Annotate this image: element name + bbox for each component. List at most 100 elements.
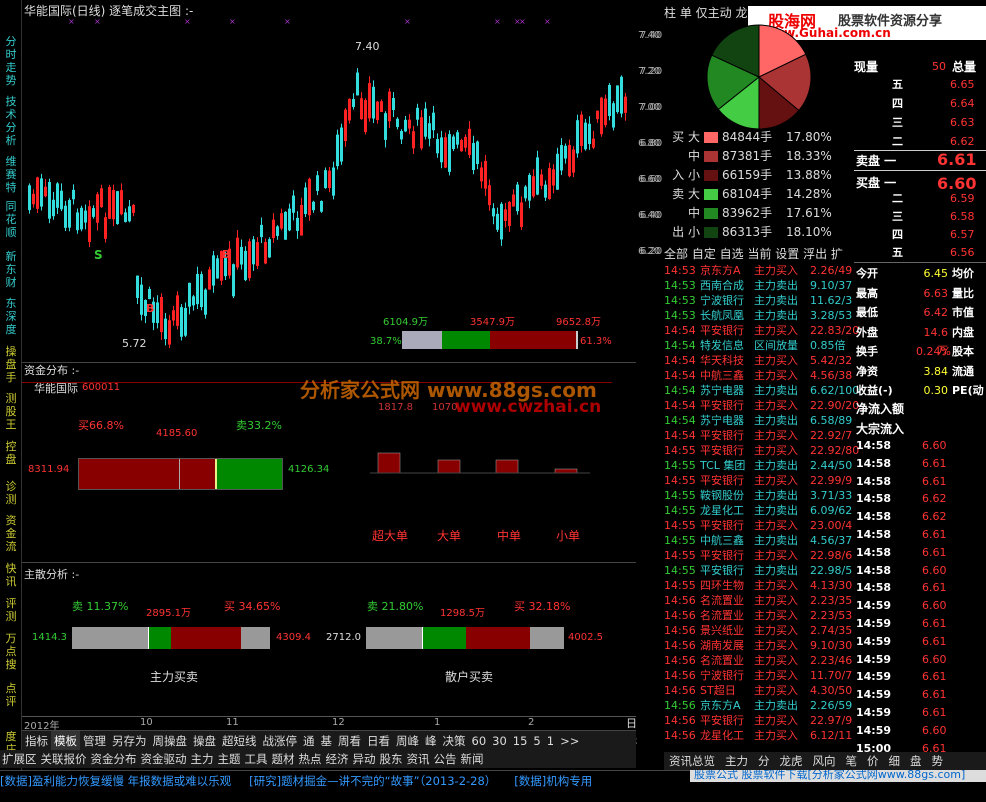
right-tab[interactable]: 龙虎: [775, 752, 808, 770]
bottom-tab[interactable]: 周操盘: [150, 731, 191, 751]
trade-row[interactable]: 14:56 龙星化工 主力买入 6.12/11: [664, 728, 854, 743]
sidebar-item[interactable]: 同花顺: [3, 200, 19, 239]
bottom-tab[interactable]: 通: [300, 731, 318, 751]
trade-row[interactable]: 14:55 龙星化工 主力卖出 6.09/62: [664, 503, 854, 518]
trade-row[interactable]: 14:54 平安银行 主力买入 22.83/20: [664, 323, 859, 338]
bottom-tab[interactable]: 30: [489, 731, 510, 751]
sidebar-item[interactable]: 技术分析: [3, 95, 19, 147]
bottom-tab[interactable]: 决策: [440, 731, 469, 751]
sidebar-item[interactable]: 万点搜: [3, 632, 19, 671]
sidebar-item[interactable]: 评测: [3, 597, 19, 623]
trade-row[interactable]: 14:55 平安银行 主力买入 22.99/9: [664, 473, 854, 488]
right-tab[interactable]: 势: [927, 752, 949, 770]
sidebar-item[interactable]: 东深度: [3, 297, 19, 336]
sidebar-item[interactable]: 维赛特: [3, 155, 19, 194]
trade-row[interactable]: 14:56 名流置业 主力买入 2.23/35: [664, 593, 854, 608]
sidebar-item[interactable]: 快讯: [3, 562, 19, 588]
extension-tab[interactable]: 关联报价: [39, 750, 89, 768]
right-tab[interactable]: 细: [884, 752, 906, 770]
right-tab[interactable]: 价: [862, 752, 884, 770]
extension-tab[interactable]: 异动: [351, 750, 378, 768]
trade-row[interactable]: 14:55 平安银行 主力买入 22.92/80: [664, 443, 859, 458]
right-tab[interactable]: 盘: [905, 752, 927, 770]
extension-tab[interactable]: 资金分布: [89, 750, 139, 768]
extension-tab[interactable]: 工具: [243, 750, 270, 768]
bottom-tab[interactable]: 基: [318, 731, 336, 751]
trade-row[interactable]: 14:54 中航三鑫 主力买入 4.56/38: [664, 368, 854, 383]
trade-row[interactable]: 14:54 平安银行 主力买入 22.90/20: [664, 398, 859, 413]
trade-row[interactable]: 14:55 TCL 集团 主力卖出 2.44/50: [664, 458, 854, 473]
trade-row[interactable]: 14:54 特发信息 区间放量 0.85倍: [664, 338, 854, 353]
extension-tab[interactable]: 公告: [432, 750, 459, 768]
right-tab[interactable]: 笔: [841, 752, 863, 770]
trade-row[interactable]: 14:56 名流置业 主力买入 2.23/46: [664, 653, 854, 668]
ticker-item[interactable]: [数据]盈利能力恢复缓慢 年报数据或难以乐观: [0, 774, 231, 788]
extension-tab[interactable]: 扩展区: [0, 750, 39, 768]
bottom-tab[interactable]: 60: [469, 731, 490, 751]
trade-row[interactable]: 14:53 长航凤凰 主力卖出 3.28/53: [664, 308, 854, 323]
bottom-tab[interactable]: 周看: [335, 731, 364, 751]
trade-row[interactable]: 14:54 苏宁电器 主力卖出 6.58/89: [664, 413, 854, 428]
bottom-tab[interactable]: 1: [544, 731, 557, 751]
sidebar-item[interactable]: 新东财: [3, 250, 19, 289]
extension-tab[interactable]: 资金驱动: [139, 750, 189, 768]
trade-row[interactable]: 14:56 湖南发展 主力买入 9.10/30: [664, 638, 854, 653]
bottom-tab[interactable]: 15: [510, 731, 531, 751]
trade-row[interactable]: 14:53 京东方A 主力买入 2.26/49: [664, 263, 854, 278]
trade-row[interactable]: 14:56 名流置业 主力买入 2.23/53: [664, 608, 854, 623]
sidebar-item[interactable]: 诊测: [3, 480, 19, 506]
right-tab[interactable]: 资讯总览: [664, 752, 720, 770]
bottom-tab[interactable]: 日看: [364, 731, 393, 751]
right-tab[interactable]: 风向: [808, 752, 841, 770]
bottom-tab[interactable]: 操盘: [190, 731, 219, 751]
sidebar-item[interactable]: 操盘手: [3, 345, 19, 384]
trade-row[interactable]: 14:54 平安银行 主力买入 22.92/7: [664, 428, 854, 443]
ticker-item[interactable]: [研究]题材掘金—讲不完的“故事”（2013-2-28）: [249, 774, 496, 788]
sidebar-item[interactable]: 控盘: [3, 440, 19, 466]
trade-row[interactable]: 14:56 平安银行 主力买入 22.97/9: [664, 713, 854, 728]
bottom-tab[interactable]: 指标: [22, 731, 51, 751]
sidebar-item[interactable]: 分时走势: [3, 35, 19, 87]
bottom-tab[interactable]: >>: [557, 731, 582, 751]
extension-tab[interactable]: 新闻: [459, 750, 486, 768]
bottom-tab[interactable]: 5: [530, 731, 543, 751]
trade-row[interactable]: 14:56 宁波银行 主力买入 11.70/7: [664, 668, 854, 683]
right-header-tabs[interactable]: 柱 单 仅主动 龙虎: [664, 4, 759, 21]
trade-row[interactable]: 14:56 京东方A 主力卖出 2.26/59: [664, 698, 854, 713]
list-header[interactable]: 全部 自定 自选 当前 设置 浮出 扩: [664, 245, 843, 262]
trade-row[interactable]: 14:54 华天科技 主力买入 5.42/32: [664, 353, 854, 368]
extension-tab[interactable]: 经济: [324, 750, 351, 768]
sidebar-item[interactable]: 测股王: [3, 392, 19, 431]
bottom-tab[interactable]: 战涨停: [260, 731, 301, 751]
trade-row[interactable]: 14:55 平安银行 主力卖出 22.98/5: [664, 563, 854, 578]
ticker-item[interactable]: [数据]机构专用: [514, 774, 592, 788]
sidebar-item[interactable]: 资金流: [3, 514, 19, 553]
extension-tab[interactable]: 热点: [297, 750, 324, 768]
trade-row[interactable]: 14:53 宁波银行 主力卖出 11.62/3: [664, 293, 854, 308]
bottom-tab[interactable]: 管理: [80, 731, 109, 751]
trade-row[interactable]: 14:55 四环生物 主力买入 4.13/30: [664, 578, 854, 593]
bottom-tab[interactable]: 周峰: [393, 731, 422, 751]
tick-row: 14:58 6.60: [856, 562, 986, 580]
trade-row[interactable]: 14:55 平安银行 主力买入 22.98/6: [664, 548, 854, 563]
right-tab[interactable]: 主力: [720, 752, 753, 770]
extension-tab[interactable]: 资讯: [405, 750, 432, 768]
bottom-tab[interactable]: 另存为: [109, 731, 150, 751]
bottom-tab[interactable]: 峰: [422, 731, 440, 751]
trade-row[interactable]: 14:54 苏宁电器 主力卖出 6.62/100: [664, 383, 859, 398]
bottom-tab[interactable]: 模板: [51, 731, 80, 751]
bottom-tab[interactable]: 超短线: [219, 731, 260, 751]
extension-tab[interactable]: 题材: [270, 750, 297, 768]
trade-row[interactable]: 14:55 平安银行 主力买入 23.00/4: [664, 518, 854, 533]
trade-row[interactable]: 14:53 西南合成 主力卖出 9.10/37: [664, 278, 854, 293]
trade-row[interactable]: 14:56 ST超日 主力买入 4.30/50: [664, 683, 854, 698]
extension-tab[interactable]: 股东: [378, 750, 405, 768]
trade-row[interactable]: 14:55 中航三鑫 主力卖出 4.56/37: [664, 533, 854, 548]
extension-tab[interactable]: 主力: [189, 750, 216, 768]
right-tab[interactable]: 分: [753, 752, 775, 770]
candle-chart[interactable]: × × × × × × × ×× ×: [24, 18, 634, 348]
trade-row[interactable]: 14:55 鞍钢股份 主力卖出 3.71/33: [664, 488, 854, 503]
extension-tab[interactable]: 主题: [216, 750, 243, 768]
sidebar-item[interactable]: 点评: [3, 682, 19, 708]
trade-row[interactable]: 14:56 景兴纸业 主力买入 2.74/35: [664, 623, 854, 638]
